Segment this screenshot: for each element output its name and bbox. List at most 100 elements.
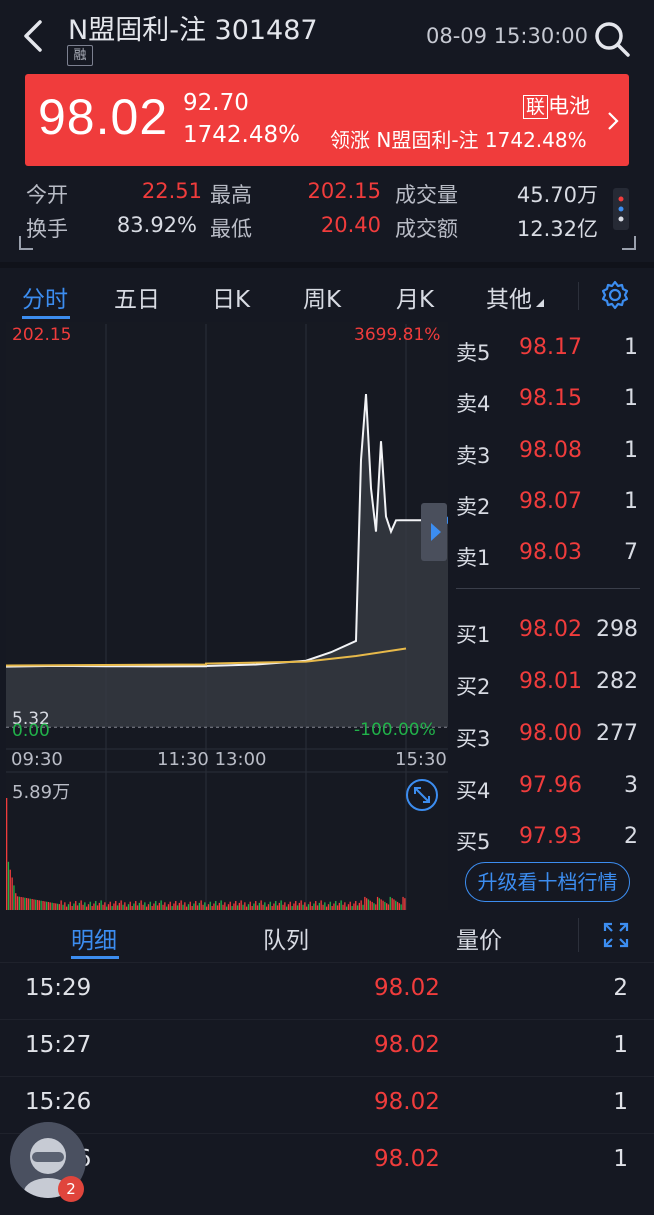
bid-row-1[interactable]: 买1 98.02 298 [456, 615, 646, 655]
volume-bar [338, 902, 340, 910]
volume-bar [164, 902, 166, 910]
volume-bar [216, 905, 219, 910]
volume-bar [320, 900, 322, 910]
tab-intraday[interactable]: 分时 [22, 280, 68, 314]
fullscreen-icon[interactable] [602, 921, 630, 949]
tab-daily-k[interactable]: 日K [212, 280, 250, 314]
back-arrow-icon[interactable] [18, 18, 48, 54]
tab-weekly-k[interactable]: 周K [303, 280, 341, 314]
bid-row-2[interactable]: 买2 98.01 282 [456, 667, 646, 707]
volume-bar [206, 906, 208, 910]
volume-bar [66, 906, 68, 910]
volume-bar [22, 897, 24, 910]
volume-bar [120, 900, 122, 910]
chevron-right-icon[interactable] [605, 110, 621, 132]
bid-row-5[interactable]: 买5 97.93 2 [456, 822, 646, 862]
volume-bar [80, 900, 82, 910]
ask-row-2[interactable]: 卖4 98.15 1 [456, 384, 646, 424]
volume-bar [229, 901, 231, 910]
volume-bar [95, 901, 97, 910]
volume-bar [55, 903, 57, 910]
volume-bar [122, 904, 124, 910]
low-label: 最低 [210, 217, 252, 241]
volume-bar [162, 904, 164, 910]
bid-row-3[interactable]: 买3 98.00 277 [456, 719, 646, 759]
tick-volume: 1 [613, 1146, 628, 1172]
expand-chart-icon[interactable] [405, 778, 439, 812]
more-dots-icon[interactable] [612, 187, 630, 231]
volume-bar [175, 901, 177, 910]
tab-details[interactable]: 明细 [71, 921, 117, 955]
volume-bar [82, 904, 84, 910]
volume-bar [29, 898, 31, 910]
ask-row-3[interactable]: 卖3 98.08 1 [456, 436, 646, 476]
chart-side-handle[interactable] [421, 503, 447, 561]
volume-bar [287, 904, 290, 910]
volume-bar [384, 901, 386, 910]
search-icon[interactable] [592, 19, 632, 59]
volume-bar [213, 903, 215, 910]
volume-bar [96, 905, 99, 910]
ask-row-4[interactable]: 卖2 98.07 1 [456, 487, 646, 527]
volume-bar [200, 900, 202, 910]
volume-bar [106, 906, 108, 910]
volume-bar [189, 901, 191, 910]
volume-bar [176, 905, 179, 910]
x-label-close: 15:30 [395, 749, 447, 770]
sector-link[interactable]: 联电池 [523, 90, 590, 120]
intraday-chart[interactable] [6, 322, 448, 912]
tick-price: 98.02 [374, 1146, 440, 1172]
tab-queue[interactable]: 队列 [263, 921, 309, 955]
tab-other[interactable]: 其他 [486, 280, 544, 314]
volume-bar [42, 901, 44, 910]
volume-value: 45.70万 [516, 183, 598, 207]
tick-row: 15:26 98.02 1 [0, 1076, 654, 1132]
ask-level-label: 卖3 [456, 444, 491, 468]
tick-volume: 2 [613, 975, 628, 1001]
volume-bar [295, 901, 297, 910]
bottom-tab-separator [578, 918, 579, 952]
tick-row: 15:27 98.02 1 [0, 1019, 654, 1075]
volume-max-label: 5.89万 [12, 782, 71, 803]
volume-bar [56, 903, 59, 910]
volume-bar [335, 901, 337, 910]
volume-bar [16, 896, 19, 910]
upgrade-ten-level-button[interactable]: 升级看十档行情 [465, 862, 630, 902]
volume-bar [146, 906, 148, 910]
volume-bar [113, 903, 115, 910]
tab-five-day[interactable]: 五日 [114, 280, 160, 314]
volume-bar [182, 904, 184, 910]
ask-volume: 7 [624, 540, 638, 565]
volume-bar [129, 901, 131, 910]
volume-bar [402, 896, 404, 910]
volume-bar [262, 904, 264, 910]
bid-row-4[interactable]: 买4 97.96 3 [456, 771, 646, 811]
volume-bar [38, 900, 40, 910]
volume-bar [236, 905, 239, 910]
volume-bar [133, 903, 135, 910]
corner-bracket-right [622, 236, 636, 250]
bid-price: 97.93 [519, 824, 582, 849]
volume-bar [329, 901, 331, 910]
volume-bar [289, 901, 291, 910]
ask-price: 98.17 [519, 335, 582, 360]
volume-bar [166, 906, 168, 910]
volume-bar [273, 903, 275, 910]
tab-monthly-k[interactable]: 月K [396, 280, 434, 314]
volume-bar [284, 902, 286, 910]
volume-bar [275, 901, 277, 910]
gear-icon[interactable] [600, 280, 630, 310]
volume-bar [9, 869, 11, 910]
dropdown-triangle-icon [536, 299, 544, 307]
volume-bar [311, 906, 313, 910]
ask-row-1[interactable]: 卖5 98.17 1 [456, 333, 646, 373]
volume-bar [358, 902, 360, 910]
volume-bar [269, 901, 271, 910]
low-value: 20.40 [320, 213, 381, 237]
volume-bar [393, 899, 395, 910]
tab-volume-price[interactable]: 量价 [456, 921, 502, 955]
volume-bar [147, 904, 150, 910]
volume-bar [86, 906, 88, 910]
ask-row-5[interactable]: 卖1 98.03 7 [456, 538, 646, 578]
volume-bar [111, 906, 113, 910]
